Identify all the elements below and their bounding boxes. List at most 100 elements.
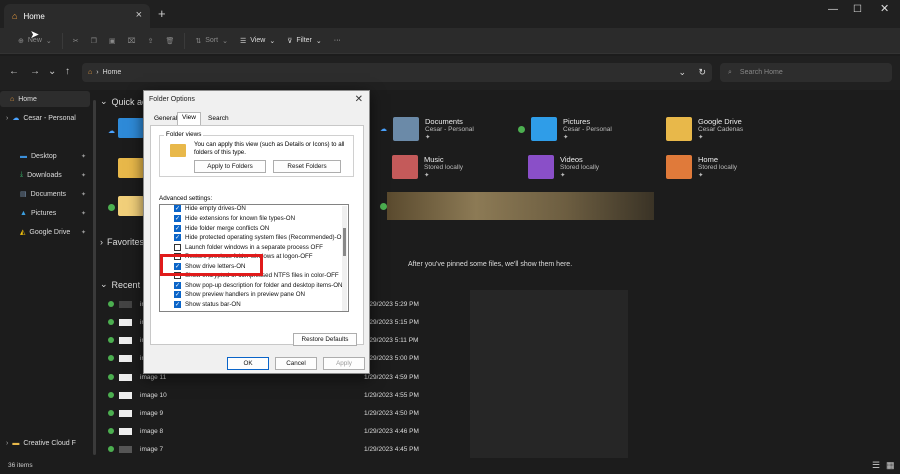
setting-show-popup-description[interactable]: ✓ Show pop-up description for folder and … bbox=[174, 282, 343, 289]
apply-to-folders-button[interactable]: Apply to Folders bbox=[194, 160, 266, 173]
reset-folders-button[interactable]: Reset Folders bbox=[273, 160, 341, 173]
sidebar-item-pictures[interactable]: ▲ Pictures ✦ bbox=[0, 205, 90, 221]
sync-ok-icon bbox=[518, 125, 525, 133]
tab-view[interactable]: View bbox=[177, 112, 201, 126]
sort-button[interactable]: ⇅ Sort ⌄ bbox=[189, 31, 234, 51]
search-placeholder: Search Home bbox=[739, 69, 783, 76]
settings-scrollbar[interactable] bbox=[342, 206, 347, 311]
sidebar-scrollbar[interactable] bbox=[93, 100, 96, 455]
section-favorites[interactable]: › Favorites bbox=[100, 237, 144, 247]
table-row[interactable]: image 7 1/29/2023 4:45 PM bbox=[108, 440, 448, 458]
sidebar-item-google-drive[interactable]: ◭ Google Drive ✦ bbox=[0, 224, 90, 240]
copy-icon[interactable]: ❐ bbox=[85, 31, 103, 51]
checkbox[interactable]: ✓ bbox=[174, 215, 181, 222]
delete-icon[interactable]: 🗑 bbox=[160, 31, 181, 51]
view-button[interactable]: ☰ View ⌄ bbox=[234, 31, 281, 51]
setting-separate-process[interactable]: Launch folder windows in a separate proc… bbox=[174, 244, 323, 251]
up-icon[interactable]: ↑ bbox=[65, 66, 70, 77]
maximize-icon[interactable]: ☐ bbox=[853, 4, 862, 15]
folder-icon: ▬ bbox=[12, 439, 20, 447]
new-tab-button[interactable]: + bbox=[158, 6, 166, 21]
quick-access-videos[interactable]: Videos Stored locally ✦ bbox=[528, 155, 599, 179]
more-button[interactable]: ··· bbox=[328, 31, 347, 51]
command-bar: ⊕ New ⌄ ✂ ❐ ▣ ⌧ ⇪ 🗑 ⇅ Sort ⌄ ☰ View ⌄ ⊽ Filter ⌄… bbox=[0, 28, 900, 54]
tab-home[interactable]: ⌂ Home × bbox=[4, 4, 150, 28]
chevron-right-icon: › bbox=[6, 439, 9, 447]
google-drive-folder-icon bbox=[666, 117, 692, 141]
highlight-box bbox=[160, 254, 263, 276]
sidebar-item-creative-cloud[interactable]: › ▬ Creative Cloud F bbox=[0, 435, 90, 451]
cut-icon[interactable]: ✂ bbox=[67, 31, 85, 51]
setting-show-status-bar[interactable]: ✓ Show status bar-ON bbox=[174, 301, 241, 308]
share-icon[interactable]: ⇪ bbox=[142, 31, 160, 51]
checkbox[interactable]: ✓ bbox=[174, 225, 181, 232]
section-recent[interactable]: ⌄ Recent bbox=[100, 279, 140, 290]
table-row[interactable]: image 9 1/29/2023 4:50 PM bbox=[108, 404, 448, 422]
search-input[interactable]: ⌕ Search Home bbox=[720, 63, 892, 82]
pin-icon: ✦ bbox=[424, 172, 430, 179]
sidebar-item-home[interactable]: ⌂ Home bbox=[0, 91, 90, 107]
setting-hide-protected-files[interactable]: ✓ Hide protected operating system files (… bbox=[174, 234, 345, 241]
home-folder-icon bbox=[666, 155, 692, 179]
chevron-right-icon: › bbox=[100, 237, 103, 247]
quick-access-documents[interactable]: ☁ Documents Cesar - Personal ✦ bbox=[380, 117, 474, 141]
sidebar-item-desktop[interactable]: ▬ Desktop ✦ bbox=[0, 148, 90, 164]
search-icon: ⌕ bbox=[728, 68, 732, 76]
sidebar-item-cloud[interactable]: › ☁ Cesar - Personal bbox=[0, 110, 90, 126]
address-bar[interactable]: ⌂ › Home ⌄ ↻ bbox=[82, 63, 712, 82]
rename-icon[interactable]: ⌧ bbox=[122, 31, 142, 51]
quick-access-music[interactable]: Music Stored locally ✦ bbox=[392, 155, 463, 179]
scrollbar-thumb[interactable] bbox=[343, 228, 346, 256]
sync-ok-icon bbox=[108, 374, 114, 380]
setting-hide-extensions[interactable]: ✓ Hide extensions for known file types-ON bbox=[174, 215, 295, 222]
close-window-icon[interactable]: ✕ bbox=[880, 2, 889, 15]
paste-icon[interactable]: ▣ bbox=[103, 31, 122, 51]
ok-button[interactable]: OK bbox=[227, 357, 269, 370]
setting-hide-merge-conflicts[interactable]: ✓ Hide folder merge conflicts ON bbox=[174, 225, 269, 232]
details-view-icon[interactable]: ☰ bbox=[872, 460, 880, 471]
table-row[interactable]: image 10 1/29/2023 4:55 PM bbox=[108, 386, 448, 404]
filter-button[interactable]: ⊽ Filter ⌄ bbox=[281, 31, 328, 51]
sync-ok-icon bbox=[108, 204, 115, 211]
checkbox[interactable]: ✓ bbox=[174, 301, 181, 308]
desktop-folder-icon[interactable] bbox=[118, 118, 144, 138]
checkbox[interactable]: ✓ bbox=[174, 234, 181, 241]
refresh-icon[interactable]: ↻ bbox=[698, 67, 706, 78]
tab-search[interactable]: Search bbox=[204, 114, 233, 125]
checkbox[interactable]: ✓ bbox=[174, 205, 181, 212]
advanced-settings-label: Advanced settings: bbox=[159, 195, 213, 202]
setting-show-preview-handlers[interactable]: ✓ Show preview handlers in preview pane O… bbox=[174, 291, 305, 298]
address-dropdown-icon[interactable]: ⌄ bbox=[678, 67, 686, 78]
sync-ok-icon bbox=[380, 203, 387, 210]
sync-ok-icon bbox=[108, 337, 114, 343]
cancel-button[interactable]: Cancel bbox=[275, 357, 317, 370]
checkbox[interactable] bbox=[174, 244, 181, 251]
downloads-folder-icon[interactable] bbox=[118, 158, 144, 178]
forward-icon[interactable]: → bbox=[30, 66, 40, 77]
apply-button[interactable]: Apply bbox=[323, 357, 365, 370]
sidebar-item-downloads[interactable]: ⤓ Downloads ✦ bbox=[0, 167, 90, 183]
close-tab-icon[interactable]: × bbox=[136, 9, 142, 21]
quick-access-home[interactable]: Home Stored locally ✦ bbox=[666, 155, 737, 179]
quick-access-pictures[interactable]: Pictures Cesar - Personal ✦ bbox=[518, 117, 612, 141]
quick-access-google-drive[interactable]: Google Drive Cesar Cadenas ✦ bbox=[666, 117, 743, 141]
checkbox[interactable]: ✓ bbox=[174, 282, 181, 289]
close-icon[interactable]: ✕ bbox=[355, 94, 363, 105]
tiles-view-icon[interactable]: ▦ bbox=[886, 460, 895, 471]
sync-ok-icon bbox=[108, 428, 114, 434]
minimize-icon[interactable]: — bbox=[828, 4, 838, 15]
image-thumbnail bbox=[119, 445, 132, 453]
tab-title: Home bbox=[23, 11, 45, 21]
checkbox[interactable]: ✓ bbox=[174, 291, 181, 298]
documents-folder-icon bbox=[393, 117, 419, 141]
restore-defaults-button[interactable]: Restore Defaults bbox=[293, 333, 357, 346]
chevron-down-icon: ⌄ bbox=[100, 96, 108, 106]
folder-icon[interactable] bbox=[118, 196, 144, 216]
back-icon[interactable]: ← bbox=[9, 66, 19, 77]
setting-hide-empty-drives[interactable]: ✓ Hide empty drives-ON bbox=[174, 205, 246, 212]
table-row[interactable]: image 8 1/29/2023 4:46 PM bbox=[108, 422, 448, 440]
recent-locations-icon[interactable]: ⌄ bbox=[48, 66, 56, 77]
sidebar-item-documents[interactable]: ▤ Documents ✦ bbox=[0, 186, 90, 202]
image-thumbnail bbox=[119, 318, 132, 326]
chevron-right-icon: › bbox=[6, 114, 9, 122]
